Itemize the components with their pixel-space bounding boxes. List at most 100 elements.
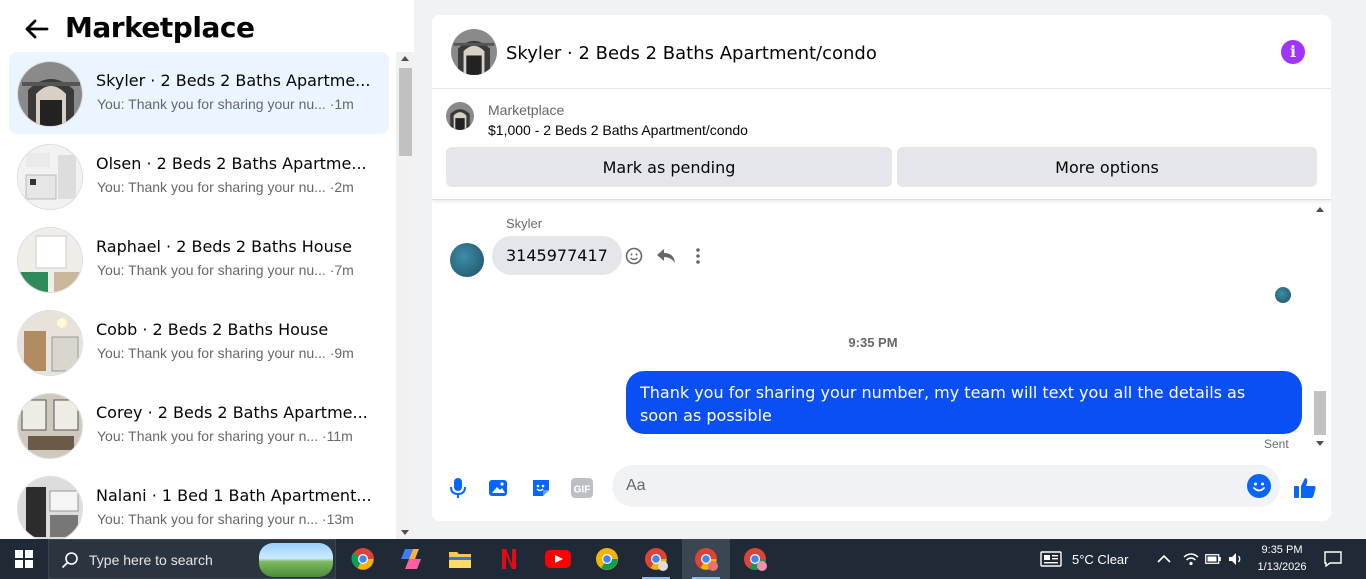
taskbar-chrome-profile[interactable]: [583, 539, 631, 579]
conversation-item[interactable]: Nalani · 1 Bed 1 Bath Apartment... You: …: [9, 467, 389, 539]
voice-clip-button[interactable]: [445, 475, 471, 501]
thumbs-up-icon: [1294, 478, 1316, 498]
incoming-message[interactable]: 3145977417: [492, 236, 622, 275]
taskbar-copilot[interactable]: [387, 539, 435, 579]
chat-listing-avatar[interactable]: [451, 29, 497, 75]
message-status: Sent: [1264, 437, 1289, 451]
conversation-item[interactable]: Raphael · 2 Beds 2 Baths House You: Than…: [9, 218, 389, 300]
taskbar-clock[interactable]: 9:35 PM 1/13/2026: [1252, 542, 1312, 576]
conversation-preview: You: Thank you for sharing your nu... ·7…: [97, 262, 354, 278]
conversation-time: ·7m: [329, 262, 354, 278]
taskbar-chrome[interactable]: [339, 539, 387, 579]
conversation-name: Raphael · 2 Beds 2 Baths House: [96, 237, 352, 256]
network-icon-button[interactable]: [1183, 539, 1199, 579]
more-actions-button[interactable]: [687, 245, 709, 267]
message-composer: GIF Aa: [432, 459, 1331, 521]
reply-icon: [657, 249, 675, 263]
listing-title[interactable]: $1,000 - 2 Beds 2 Baths Apartment/condo: [488, 122, 748, 138]
back-button[interactable]: [22, 14, 52, 44]
react-button[interactable]: [623, 245, 645, 267]
conversation-item[interactable]: Skyler · 2 Beds 2 Baths Apartme... You: …: [9, 52, 389, 134]
conversation-item[interactable]: Cobb · 2 Beds 2 Baths House You: Thank y…: [9, 301, 389, 383]
conversation-name: Olsen · 2 Beds 2 Baths Apartme...: [96, 154, 367, 173]
show-hidden-icons-button[interactable]: [1157, 539, 1171, 579]
conversation-list: Skyler · 2 Beds 2 Baths Apartme... You: …: [0, 52, 396, 539]
like-button[interactable]: [1292, 475, 1318, 501]
sticker-button[interactable]: [528, 475, 554, 501]
conversation-name: Skyler · 2 Beds 2 Baths Apartme...: [96, 71, 371, 90]
listing-thumbnail: [17, 476, 83, 539]
more-options-button[interactable]: More options: [897, 147, 1317, 187]
scroll-down-arrow[interactable]: [401, 530, 409, 535]
thread-scrollbar[interactable]: [1312, 201, 1330, 453]
sender-name: Skyler: [506, 216, 543, 231]
chrome-icon: [351, 548, 374, 570]
scroll-up-arrow[interactable]: [401, 56, 409, 61]
taskbar-netflix[interactable]: [485, 539, 533, 579]
scrollbar-thumb[interactable]: [1314, 391, 1326, 435]
sidebar-header: Marketplace: [0, 0, 414, 56]
photo-icon: [489, 480, 507, 496]
volume-button[interactable]: [1228, 539, 1244, 579]
search-highlight-image[interactable]: [259, 543, 333, 577]
battery-icon: [1205, 554, 1221, 564]
microphone-icon: [450, 478, 466, 498]
listing-thumbnail[interactable]: [446, 102, 474, 130]
message-input[interactable]: Aa: [612, 465, 1280, 507]
listing-thumbnail: [17, 227, 83, 293]
chrome-icon: [596, 548, 618, 570]
scroll-up-arrow[interactable]: [1316, 207, 1324, 212]
chat-title[interactable]: Skyler · 2 Beds 2 Baths Apartment/condo: [506, 43, 877, 64]
windows-taskbar: Type here to search 5°C Clear 9:35 PM 1/…: [0, 539, 1366, 579]
conversation-item[interactable]: Corey · 2 Beds 2 Baths Apartme... You: T…: [9, 384, 389, 466]
reply-button[interactable]: [655, 245, 677, 267]
scroll-down-arrow[interactable]: [1316, 441, 1324, 446]
info-icon[interactable]: i: [1281, 40, 1305, 64]
vertical-dots-icon: [696, 248, 700, 264]
taskbar-search[interactable]: Type here to search: [48, 539, 336, 579]
clock-date: 1/13/2026: [1257, 561, 1307, 573]
chrome-icon: [744, 548, 767, 571]
scrollbar-thumb[interactable]: [399, 68, 412, 156]
listing-banner: Marketplace $1,000 - 2 Beds 2 Baths Apar…: [432, 89, 1331, 200]
taskbar-chrome-profile-3[interactable]: [731, 539, 779, 579]
speaker-icon: [1229, 553, 1241, 565]
conversation-preview: You: Thank you for sharing your n... ·13…: [97, 511, 354, 527]
arrow-left-icon: [25, 19, 49, 39]
folder-icon: [449, 552, 471, 568]
notifications-button[interactable]: [1324, 539, 1342, 579]
weather-text: 5°C Clear: [1072, 551, 1129, 567]
listing-source: Marketplace: [488, 102, 565, 118]
conversation-time: ·11m: [321, 428, 353, 444]
battery-button[interactable]: [1205, 539, 1221, 579]
emoji-picker-button[interactable]: [1247, 474, 1271, 498]
taskbar-chrome-profile-2[interactable]: [632, 539, 680, 579]
weather-widget[interactable]: 5°C Clear: [1040, 539, 1129, 579]
clock-time: 9:35 PM: [1261, 544, 1303, 556]
listing-thumbnail: [17, 310, 83, 376]
conversation-name: Corey · 2 Beds 2 Baths Apartme...: [96, 403, 368, 422]
conversation-item[interactable]: Olsen · 2 Beds 2 Baths Apartme... You: T…: [9, 135, 389, 217]
notification-icon: [1324, 551, 1342, 567]
page-title: Marketplace: [65, 11, 255, 44]
smiley-icon: [625, 247, 643, 265]
mark-as-pending-button[interactable]: Mark as pending: [446, 147, 892, 187]
start-button[interactable]: [0, 539, 48, 579]
conversation-sidebar: Marketplace Skyler · 2 Beds 2 Baths Apar…: [0, 0, 414, 539]
conversation-name: Cobb · 2 Beds 2 Baths House: [96, 320, 329, 339]
outgoing-message[interactable]: Thank you for sharing your number, my te…: [626, 371, 1302, 434]
conversation-time: ·2m: [329, 179, 354, 195]
gif-button[interactable]: GIF: [569, 475, 595, 501]
seen-avatar: [1275, 287, 1291, 303]
chevron-up-icon: [1157, 554, 1171, 563]
copilot-icon: [401, 549, 421, 569]
sidebar-scrollbar[interactable]: [396, 52, 414, 539]
windows-icon: [15, 550, 33, 568]
attach-photo-button[interactable]: [486, 475, 512, 501]
conversation-name: Nalani · 1 Bed 1 Bath Apartment...: [96, 486, 371, 505]
taskbar-file-explorer[interactable]: [436, 539, 484, 579]
taskbar-chrome-active[interactable]: [682, 539, 730, 579]
sender-avatar[interactable]: [450, 243, 484, 277]
conversation-time: ·9m: [329, 345, 354, 361]
taskbar-youtube[interactable]: [534, 539, 582, 579]
